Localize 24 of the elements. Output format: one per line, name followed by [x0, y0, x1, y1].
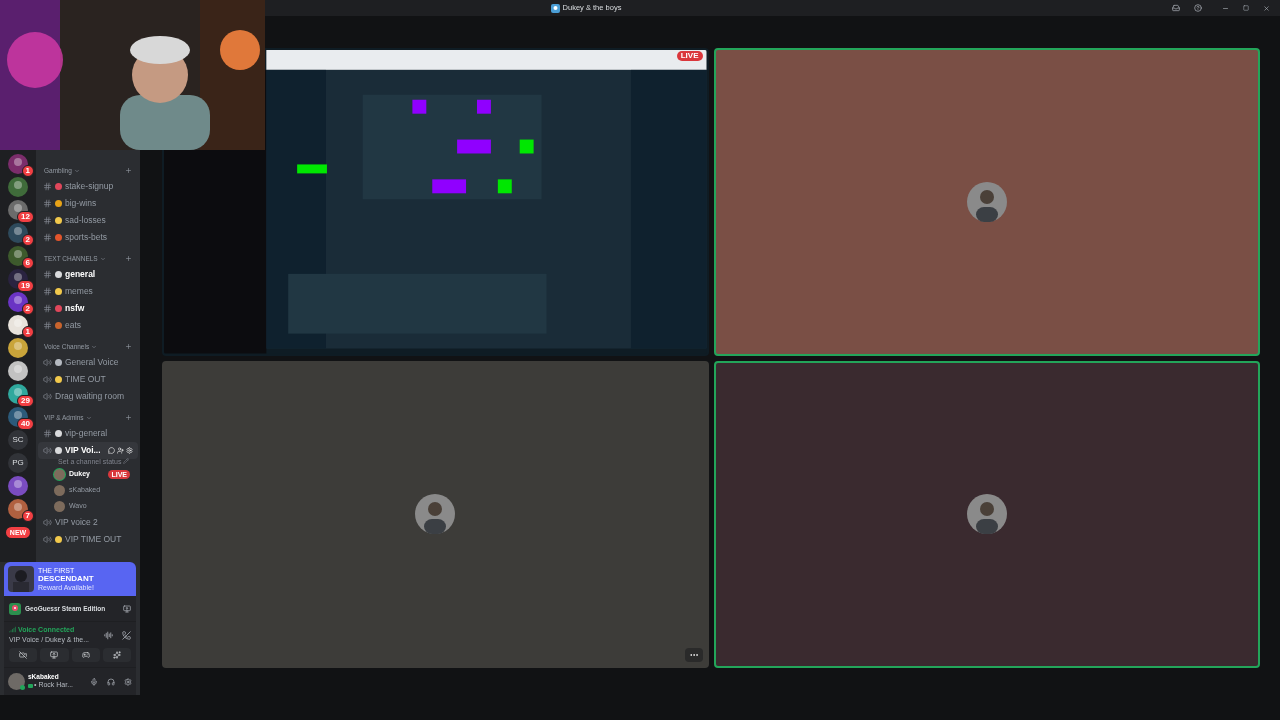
channel-item[interactable]: eats	[38, 317, 138, 334]
channel-item[interactable]: Drag waiting room	[38, 388, 138, 405]
channel-item[interactable]: big-wins	[38, 195, 138, 212]
channel-item[interactable]: stake-signup	[38, 178, 138, 195]
channel-item[interactable]: memes	[38, 283, 138, 300]
promo-title: DESCENDANT	[38, 575, 94, 583]
channel-item[interactable]: general	[38, 266, 138, 283]
channel-item[interactable]: VIP TIME OUT	[38, 531, 138, 548]
channel-item[interactable]: VIP Voi...	[38, 442, 138, 459]
stream-tile[interactable]: LIVE	[162, 48, 709, 356]
server-icon[interactable]: PG	[8, 453, 28, 473]
channel-item[interactable]: TIME OUT	[38, 371, 138, 388]
unread-badge: 19	[17, 280, 34, 292]
unread-badge: 29	[17, 395, 34, 407]
unread-badge: 12	[17, 211, 34, 223]
channel-item[interactable]: VIP voice 2	[38, 514, 138, 531]
channel-item[interactable]: General Voice	[38, 354, 138, 371]
server-icon[interactable]: SC	[8, 430, 28, 450]
channel-item[interactable]: sad-losses	[38, 212, 138, 229]
channel-item[interactable]: nsfw	[38, 300, 138, 317]
live-badge: LIVE	[676, 51, 703, 61]
channel-item[interactable]: sports-bets	[38, 229, 138, 246]
unread-badge: 40	[17, 418, 34, 430]
channel-item[interactable]: vip-general	[38, 425, 138, 442]
